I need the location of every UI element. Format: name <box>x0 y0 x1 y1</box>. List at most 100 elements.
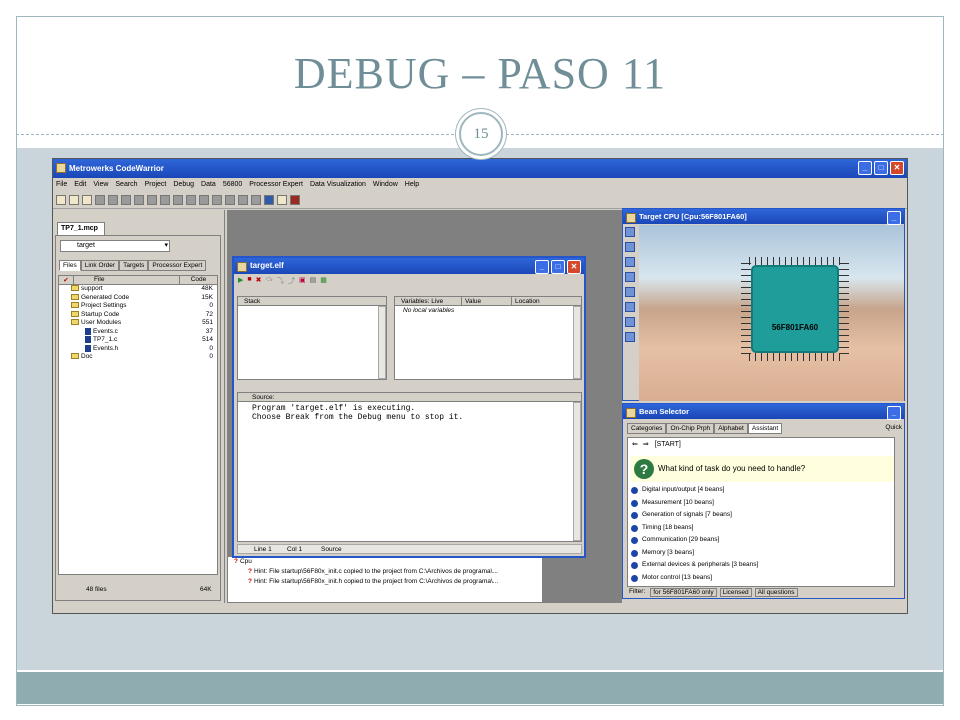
zoom-out-icon[interactable] <box>625 272 635 282</box>
register-icon[interactable]: ▦ <box>320 276 327 286</box>
forward-arrow-icon[interactable]: ⇒ <box>643 441 649 448</box>
mode-indicator[interactable]: Source <box>321 545 355 553</box>
menu-item[interactable]: Window <box>373 178 398 191</box>
menu-item[interactable]: Data Visualization <box>310 178 366 191</box>
project-tab[interactable]: TP7_1.mcp <box>57 222 105 235</box>
file-tree-row[interactable]: support 48K <box>59 285 217 294</box>
new-icon[interactable] <box>56 194 66 205</box>
refresh-icon[interactable] <box>625 227 635 237</box>
undo-icon[interactable] <box>108 194 118 205</box>
debug-close-button[interactable]: ✕ <box>567 260 581 274</box>
menu-item[interactable]: Data <box>201 178 216 191</box>
bean-tab[interactable]: Assistant <box>747 423 783 434</box>
filter-value[interactable]: for 56F801FA60 only <box>650 588 717 597</box>
paste-icon[interactable] <box>160 194 170 205</box>
cpu-chip[interactable]: 56F801FA60 <box>751 265 839 353</box>
kill-icon[interactable]: ✖ <box>256 276 262 286</box>
minimize-button[interactable]: _ <box>858 161 872 175</box>
new-folder-icon[interactable] <box>69 194 79 205</box>
replace-icon[interactable] <box>186 194 196 205</box>
file-tree-row[interactable]: Events.h 0 <box>59 344 217 354</box>
bean-category-item[interactable]: Memory [3 beans] <box>628 547 894 560</box>
bean-category-item[interactable]: Timing [18 beans] <box>628 522 894 535</box>
close-button[interactable]: ✕ <box>890 161 904 175</box>
redo-icon[interactable] <box>121 194 131 205</box>
variables-scrollbar[interactable] <box>573 306 581 379</box>
menu-item[interactable]: Debug <box>173 178 194 191</box>
menu-item[interactable]: View <box>93 178 108 191</box>
file-tree-row[interactable]: TP7_1.c 514 <box>59 336 217 345</box>
licensed-filter[interactable]: Licensed <box>719 588 752 597</box>
debug-maximize-button[interactable]: □ <box>551 260 565 274</box>
code-column-header[interactable]: Code <box>179 276 217 284</box>
bean-category-item[interactable]: Digital input/output [4 beans] <box>628 484 894 497</box>
target-select[interactable]: target ▾ <box>60 240 170 252</box>
file-tree-row[interactable]: Events.c 37 <box>59 327 217 337</box>
nav-start[interactable]: [START] <box>655 441 681 448</box>
file-tree-row[interactable]: Startup Code 72 <box>59 311 217 320</box>
copy-icon[interactable] <box>147 194 157 205</box>
bean-tab[interactable]: Alphabet <box>714 423 748 434</box>
value-header[interactable]: Value <box>461 297 511 305</box>
compile-icon[interactable] <box>199 194 209 205</box>
menu-item[interactable]: File <box>56 178 67 191</box>
pin-names-icon[interactable] <box>625 302 635 312</box>
bean-tab[interactable]: Categories <box>627 423 667 434</box>
step-over-icon[interactable]: ⤼ <box>266 276 273 286</box>
grid-icon[interactable] <box>625 287 635 297</box>
zoom-in-icon[interactable] <box>625 257 635 267</box>
variables-header[interactable]: Variables: Live <box>395 297 461 305</box>
quick-button[interactable]: Quick <box>885 424 902 431</box>
file-tree-row[interactable]: User Modules 551 <box>59 319 217 328</box>
file-tree-row[interactable]: Project Settings 0 <box>59 302 217 311</box>
step-into-icon[interactable]: ⤵ <box>277 276 284 286</box>
project-view-tab[interactable]: Processor Expert <box>148 260 207 271</box>
location-header[interactable]: Location <box>511 297 581 305</box>
stop-icon[interactable]: ■ <box>247 276 251 286</box>
debug-icon[interactable] <box>251 194 261 205</box>
bean-category-item[interactable]: Communication [29 beans] <box>628 534 894 547</box>
bean-minimize-button[interactable]: _ <box>887 406 901 420</box>
cpu-minimize-button[interactable]: _ <box>887 211 901 225</box>
bean-category-item[interactable]: External devices & peripherals [3 beans] <box>628 559 894 572</box>
debug-minimize-button[interactable]: _ <box>535 260 549 274</box>
cpu-view[interactable]: 56F801FA60 <box>639 225 904 401</box>
menu-item[interactable]: Help <box>405 178 419 191</box>
bean-titlebar[interactable]: Bean Selector _ <box>623 404 904 420</box>
bean-category-item[interactable]: Measurement [10 beans] <box>628 497 894 510</box>
project-view-tab[interactable]: Link Order <box>80 260 120 271</box>
book-icon[interactable] <box>290 194 300 205</box>
run-icon[interactable]: ▶ <box>238 276 243 286</box>
file-tree-row[interactable]: Generated Code 15K <box>59 294 217 303</box>
menu-item[interactable]: 56800 <box>223 178 242 191</box>
breakpoint-icon[interactable]: ▣ <box>299 276 306 286</box>
properties-icon[interactable] <box>625 242 635 252</box>
doc-icon[interactable] <box>277 194 287 205</box>
debug-titlebar[interactable]: target.elf _ □ ✕ <box>234 258 584 274</box>
bean-icon[interactable] <box>264 194 274 205</box>
maximize-button[interactable]: □ <box>874 161 888 175</box>
bean-category-item[interactable]: Generation of signals [7 beans] <box>628 509 894 522</box>
output-row[interactable]: ? Hint: File startup\56F80x_init.c copied… <box>228 567 542 577</box>
file-column-header[interactable]: File <box>73 276 179 284</box>
output-row[interactable]: ? Hint: File startup\56F80x_init.h copied… <box>228 577 542 587</box>
make-icon[interactable] <box>212 194 222 205</box>
back-arrow-icon[interactable]: ⇐ <box>632 441 638 448</box>
find-icon[interactable] <box>173 194 183 205</box>
shade-icon[interactable] <box>625 317 635 327</box>
run-icon[interactable] <box>238 194 248 205</box>
menu-item[interactable]: Processor Expert <box>249 178 303 191</box>
bean-category-item[interactable]: Motor control [13 beans] <box>628 572 894 585</box>
source-text[interactable]: Program 'target.elf' is executing. Choos… <box>238 402 581 424</box>
project-view-tab[interactable]: Files <box>59 260 81 271</box>
memory-icon[interactable]: ▤ <box>310 276 317 286</box>
save-icon[interactable] <box>95 194 105 205</box>
source-scrollbar[interactable] <box>573 402 581 541</box>
stop-icon[interactable] <box>225 194 235 205</box>
output-row[interactable]: ? Cpu <box>228 557 542 567</box>
menu-item[interactable]: Project <box>145 178 167 191</box>
all-questions-filter[interactable]: All questions <box>754 588 798 597</box>
stack-scrollbar[interactable] <box>378 306 386 379</box>
menu-item[interactable]: Edit <box>74 178 86 191</box>
open-icon[interactable] <box>82 194 92 205</box>
